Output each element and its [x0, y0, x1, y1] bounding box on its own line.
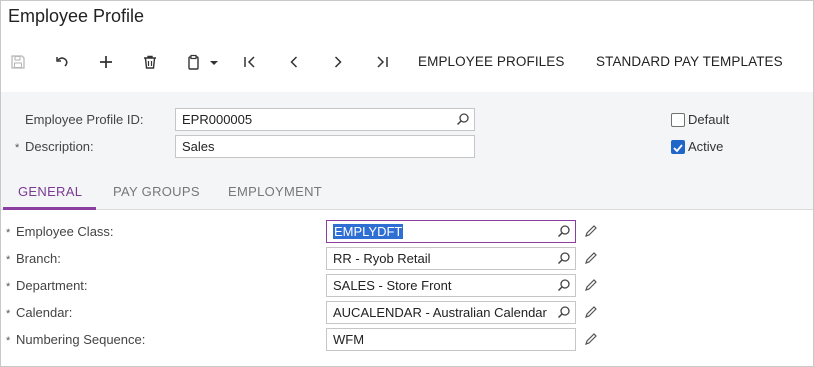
- add-icon[interactable]: [96, 50, 116, 74]
- tab-general[interactable]: GENERAL: [18, 184, 82, 199]
- search-icon[interactable]: [557, 224, 571, 241]
- tab-employment[interactable]: EMPLOYMENT: [228, 184, 322, 199]
- undo-icon[interactable]: [52, 50, 72, 74]
- department-field[interactable]: SALES - Store Front: [326, 274, 576, 297]
- tab-bar: GENERAL PAY GROUPS EMPLOYMENT: [1, 174, 813, 210]
- active-checkbox[interactable]: [671, 140, 685, 154]
- edit-pencil-icon[interactable]: [584, 251, 598, 270]
- default-label: Default: [688, 112, 730, 127]
- required-mark: *: [6, 335, 11, 347]
- save-icon[interactable]: [8, 50, 28, 74]
- profile-id-value: EPR000005: [182, 112, 253, 127]
- required-mark: *: [15, 142, 20, 154]
- edit-pencil-icon[interactable]: [584, 224, 598, 243]
- numbering-sequence-label: Numbering Sequence:: [16, 332, 146, 347]
- active-tab-indicator: [3, 207, 96, 210]
- branch-field[interactable]: RR - Ryob Retail: [326, 247, 576, 270]
- edit-pencil-icon[interactable]: [584, 332, 598, 351]
- department-label: Department:: [16, 278, 88, 293]
- employee-class-value: EMPLYDFT: [333, 224, 404, 239]
- numbering-sequence-value: WFM: [333, 332, 365, 347]
- default-checkbox[interactable]: [671, 113, 685, 127]
- copy-paste-icon[interactable]: [184, 50, 222, 74]
- previous-record-icon[interactable]: [284, 50, 304, 74]
- edit-pencil-icon[interactable]: [584, 278, 598, 297]
- employee-class-field[interactable]: EMPLYDFT: [326, 220, 576, 243]
- tab-pay-groups[interactable]: PAY GROUPS: [113, 184, 200, 199]
- last-record-icon[interactable]: [372, 50, 392, 74]
- department-value: SALES - Store Front: [333, 278, 452, 293]
- description-label: Description:: [25, 139, 94, 154]
- description-value: Sales: [182, 139, 215, 154]
- search-icon[interactable]: [557, 251, 571, 268]
- standard-pay-templates-button[interactable]: STANDARD PAY TEMPLATES: [596, 54, 783, 69]
- required-mark: *: [6, 281, 11, 293]
- active-label: Active: [688, 139, 724, 154]
- required-mark: *: [6, 227, 11, 239]
- search-icon[interactable]: [557, 305, 571, 322]
- description-field[interactable]: Sales: [175, 135, 475, 158]
- delete-icon[interactable]: [140, 50, 160, 74]
- branch-value: RR - Ryob Retail: [333, 251, 431, 266]
- tab-divider: [1, 209, 813, 210]
- employee-class-label: Employee Class:: [16, 224, 114, 239]
- calendar-value: AUCALENDAR - Australian Calendar: [333, 305, 547, 320]
- page-title: Employee Profile: [8, 6, 145, 26]
- search-icon[interactable]: [456, 112, 470, 129]
- first-record-icon[interactable]: [240, 50, 260, 74]
- search-icon[interactable]: [557, 278, 571, 295]
- calendar-field[interactable]: AUCALENDAR - Australian Calendar: [326, 301, 576, 324]
- employee-profiles-button[interactable]: EMPLOYEE PROFILES: [418, 54, 565, 69]
- branch-label: Branch:: [16, 251, 61, 266]
- profile-id-field[interactable]: EPR000005: [175, 108, 475, 131]
- edit-pencil-icon[interactable]: [584, 305, 598, 324]
- profile-id-label: Employee Profile ID:: [25, 112, 144, 127]
- required-mark: *: [6, 254, 11, 266]
- calendar-label: Calendar:: [16, 305, 73, 320]
- checkmark-icon: [673, 144, 683, 153]
- required-mark: *: [6, 308, 11, 320]
- numbering-sequence-field[interactable]: WFM: [326, 328, 576, 351]
- toolbar: EMPLOYEE PROFILES STANDARD PAY TEMPLATES: [0, 44, 812, 80]
- next-record-icon[interactable]: [328, 50, 348, 74]
